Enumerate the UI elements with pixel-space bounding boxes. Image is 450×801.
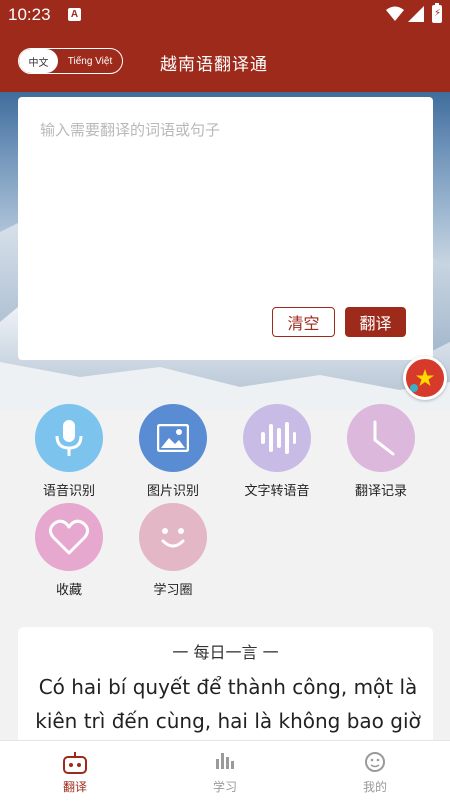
status-bar: 10:23 A ⚡ — [0, 0, 450, 30]
clear-button[interactable]: 清空 — [272, 307, 335, 337]
tab-translate[interactable]: 翻译 — [0, 741, 150, 801]
lang-option-vietnamese[interactable]: Tiếng Việt — [58, 49, 122, 73]
bar-chart-icon — [216, 753, 234, 769]
vietnam-flag-icon — [408, 361, 442, 395]
daily-quote-heading: 一 每日一言 一 — [172, 643, 279, 662]
feature-label: 翻译记录 — [354, 484, 407, 499]
feature-label: 收藏 — [55, 583, 82, 598]
sound-wave-icon — [243, 404, 311, 472]
signal-icon — [408, 6, 424, 22]
feature-label: 学习圈 — [153, 583, 193, 598]
robot-icon — [63, 752, 87, 774]
feature-text-to-speech[interactable]: 文字转语音 — [232, 404, 322, 499]
language-toggle[interactable]: 中文 Tiếng Việt — [18, 48, 123, 74]
microphone-icon — [35, 404, 103, 472]
battery-icon: ⚡ — [432, 3, 442, 23]
app-title: 越南语翻译通 — [160, 55, 268, 75]
tab-label: 翻译 — [62, 780, 87, 794]
translation-input-card: 清空 翻译 — [18, 97, 433, 360]
bottom-navigation: 翻译 学习 我的 — [0, 740, 450, 801]
feature-label: 图片识别 — [146, 484, 199, 499]
daily-quote-card: 一 每日一言 一 Có hai bí quyết để thành công, … — [18, 627, 433, 757]
tab-study[interactable]: 学习 — [150, 741, 300, 801]
tab-mine[interactable]: 我的 — [300, 741, 450, 801]
heart-icon — [35, 503, 103, 571]
translate-button[interactable]: 翻译 — [345, 307, 406, 337]
tab-label: 学习 — [212, 780, 237, 794]
feature-label: 语音识别 — [42, 484, 95, 499]
feature-label: 文字转语音 — [244, 484, 310, 499]
daily-quote-text: Có hai bí quyết để thành công, một là ki… — [35, 675, 421, 733]
feature-study-circle[interactable]: 学习圈 — [128, 503, 218, 598]
lang-option-chinese[interactable]: 中文 — [19, 49, 58, 73]
vietnam-flag-float-button[interactable] — [403, 356, 447, 400]
translation-input[interactable] — [40, 119, 410, 299]
notification-a-icon: A — [68, 8, 81, 21]
app-header: 中文 Tiếng Việt 越南语翻译通 — [0, 30, 450, 92]
feature-translation-history[interactable]: 翻译记录 — [336, 404, 426, 499]
wifi-icon — [386, 6, 404, 21]
face-icon — [365, 752, 385, 772]
image-icon — [139, 404, 207, 472]
feature-voice-recognition[interactable]: 语音识别 — [24, 404, 114, 499]
clock-icon — [347, 404, 415, 472]
tab-label: 我的 — [362, 780, 387, 794]
status-time: 10:23 — [8, 5, 51, 24]
feature-image-recognition[interactable]: 图片识别 — [128, 404, 218, 499]
feature-favorites[interactable]: 收藏 — [24, 503, 114, 598]
smiley-icon — [139, 503, 207, 571]
